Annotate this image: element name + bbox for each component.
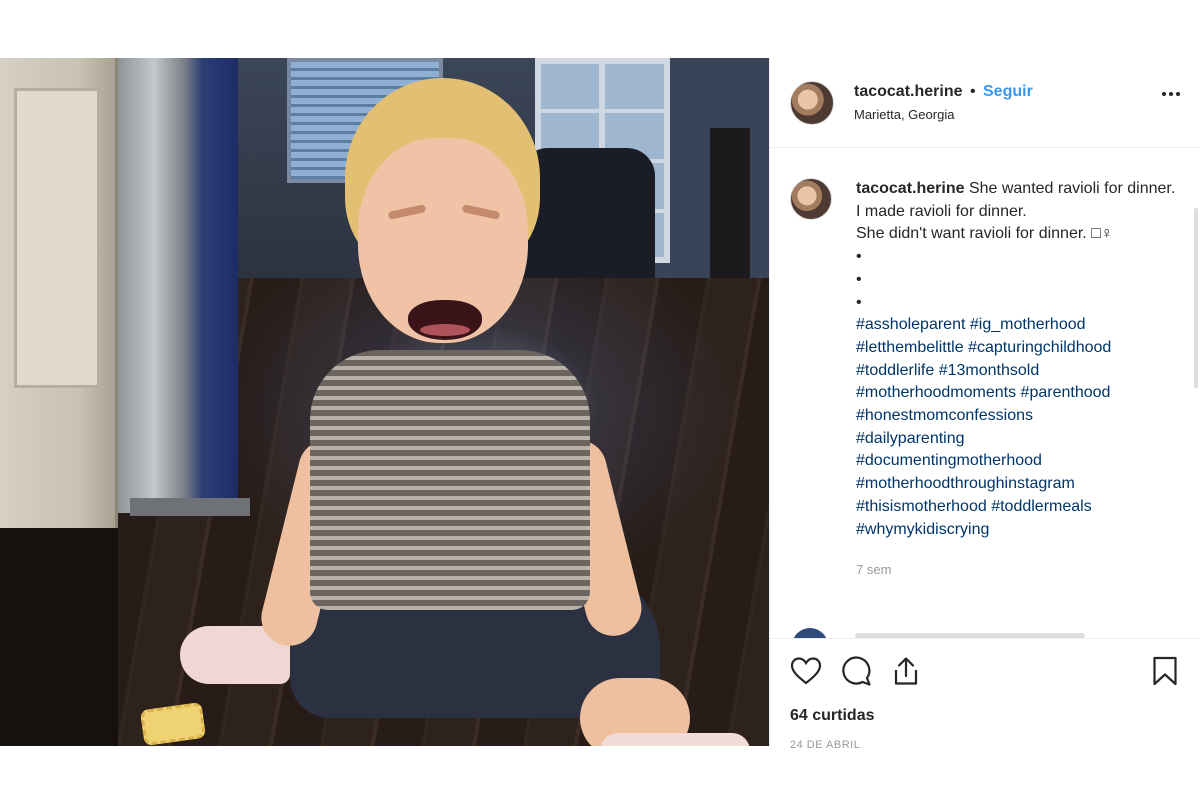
post-side-panel: tacocat.herine • Seguir Marietta, Georgi… [769,58,1200,751]
photo-cabinet-base [0,528,118,746]
caption-text-line3: She didn't want ravioli for dinner. □♀ [856,225,1113,243]
caption-bullet: • [856,270,862,288]
header-username[interactable]: tacocat.herine [854,83,962,100]
photo-crying-toddler [180,78,750,746]
caption-avatar[interactable] [790,178,832,220]
hashtag-link[interactable]: #ig_motherhood [970,316,1086,333]
caption-bullet: • [856,293,862,311]
caption-bullet: • [856,248,862,266]
hashtag-link[interactable]: #whymykidiscrying [856,521,989,538]
action-bar: 64 curtidas 24 DE ABRIL [770,638,1200,751]
hashtag-link[interactable]: #dailyparenting [856,430,965,447]
share-icon[interactable] [890,655,922,687]
instagram-post: tacocat.herine • Seguir Marietta, Georgi… [0,58,1200,751]
hashtag-link[interactable]: #honestmomconfessions [856,407,1033,424]
comment-icon[interactable] [840,655,872,687]
hashtag-link[interactable]: #motherhoodthroughinstagram [856,475,1075,492]
photo-cabinet [0,58,118,528]
header-location[interactable]: Marietta, Georgia [854,107,1033,122]
post-date[interactable]: 24 DE ABRIL [790,739,1181,751]
heart-icon[interactable] [790,655,822,687]
follow-button[interactable]: Seguir [983,83,1033,100]
more-options-icon[interactable] [1162,92,1180,96]
avatar[interactable] [790,80,834,125]
hashtag-link[interactable]: #capturingchildhood [968,339,1111,356]
caption-area[interactable]: tacocat.herine She wanted ravioli for di… [770,148,1200,638]
post-photo[interactable] [0,58,769,746]
hashtag-link[interactable]: #toddlermeals [991,498,1092,515]
hashtag-link[interactable]: #documentingmotherhood [856,452,1042,469]
hashtag-link[interactable]: #toddlerlife [856,362,934,379]
caption-username[interactable]: tacocat.herine [856,180,964,197]
header-separator: • [969,83,976,100]
post-age[interactable]: 7 sem [856,559,1176,582]
hashtag-link[interactable]: #thisismotherhood [856,498,987,515]
caption-scrollbar[interactable] [1194,208,1198,388]
bookmark-icon[interactable] [1149,655,1181,687]
like-count[interactable]: 64 curtidas [790,707,1181,725]
caption-text-line2: I made ravioli for dinner. [856,202,1027,220]
post-header: tacocat.herine • Seguir Marietta, Georgi… [770,58,1200,148]
hashtag-link[interactable]: #letthembelittle [856,339,964,356]
photo-shelf [710,128,750,288]
hashtag-link[interactable]: #parenthood [1021,384,1111,401]
comment-avatar-peek [792,628,832,638]
hashtag-link[interactable]: #assholeparent [856,316,965,333]
caption-text-line1: She wanted ravioli for dinner. [968,180,1176,197]
hashtag-list: #assholeparent #ig_motherhood #letthembe… [856,314,1176,541]
hashtag-link[interactable]: #motherhoodmoments [856,384,1016,401]
hashtag-link[interactable]: #13monthsold [939,362,1040,379]
